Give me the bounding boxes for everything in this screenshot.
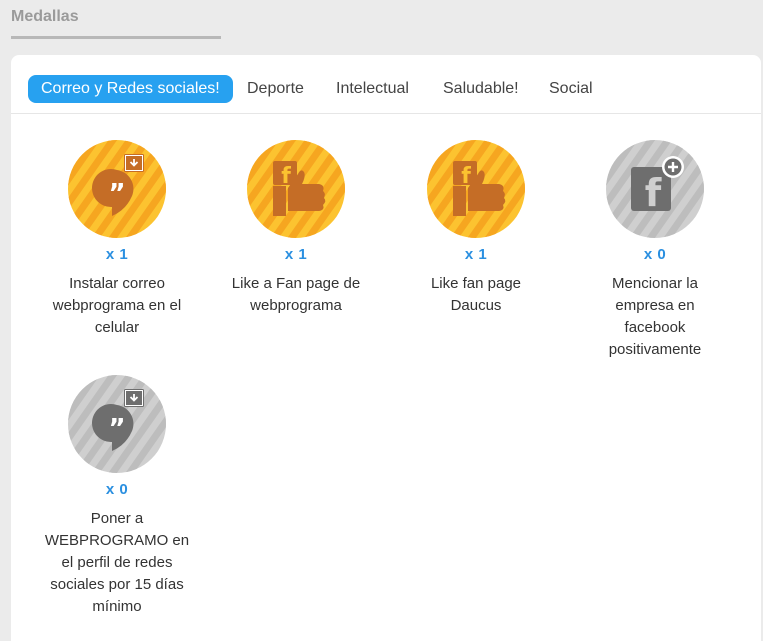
medal-item[interactable]: ” x 1 Instalar correo webprograma en el … (27, 140, 207, 339)
medal-label: Like fan page Daucus (430, 275, 522, 314)
medal-item[interactable]: f x 1 Like fan page Daucus (386, 140, 566, 317)
medal-item[interactable]: f x 0 Mencionar la empresa en facebook p… (565, 140, 745, 361)
medal-label: Poner a WEBPROGRAMO en el perfil de rede… (44, 510, 190, 615)
tab-saludable[interactable]: Saludable! (443, 75, 519, 103)
medal-label: Mencionar la empresa en facebook positiv… (608, 275, 702, 358)
medal-label: Instalar correo webprograma en el celula… (52, 275, 182, 336)
tab-social[interactable]: Social (549, 75, 593, 103)
medal-count: x 0 (643, 246, 667, 263)
medal-item[interactable]: f x 1 Like a Fan page de webprograma (206, 140, 386, 317)
tab-intelectual[interactable]: Intelectual (336, 75, 409, 103)
facebook-plus-icon: f (606, 140, 704, 238)
svg-text:f: f (281, 164, 291, 189)
svg-text:”: ” (108, 414, 125, 444)
svg-text:”: ” (108, 179, 125, 209)
tab-correo-redes-sociales[interactable]: Correo y Redes sociales! (28, 75, 233, 103)
medals-card: Correo y Redes sociales! Deporte Intelec… (11, 55, 761, 641)
hangouts-download-icon: ” (68, 140, 166, 238)
svg-text:f: f (461, 164, 471, 189)
medal-count: x 1 (464, 246, 488, 263)
category-tabs: Correo y Redes sociales! Deporte Intelec… (11, 55, 761, 114)
section-title: Medallas (11, 8, 79, 25)
medal-item[interactable]: ” x 0 Poner a WEBPROGRAMO en el perfil d… (27, 375, 207, 618)
medal-label: Like a Fan page de webprograma (231, 275, 361, 314)
section-underline (11, 36, 221, 39)
facebook-like-icon: f (247, 140, 345, 238)
medal-count: x 1 (284, 246, 308, 263)
svg-text:f: f (645, 171, 662, 215)
medal-count: x 0 (105, 481, 129, 498)
facebook-like-icon: f (427, 140, 525, 238)
tab-deporte[interactable]: Deporte (247, 75, 304, 103)
hangouts-download-icon: ” (68, 375, 166, 473)
medal-count: x 1 (105, 246, 129, 263)
